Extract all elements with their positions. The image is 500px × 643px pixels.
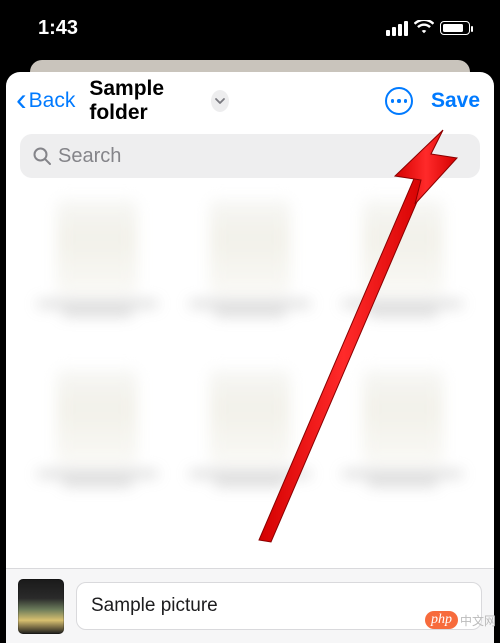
more-button[interactable] <box>385 87 413 115</box>
search-icon <box>32 146 52 166</box>
file-thumbnail[interactable] <box>18 579 64 634</box>
back-button[interactable]: ‹ Back <box>16 87 75 115</box>
file-item <box>179 370 322 520</box>
chevron-left-icon: ‹ <box>16 83 27 115</box>
search-container <box>6 130 494 190</box>
status-indicators <box>386 19 470 37</box>
chevron-down-icon <box>211 90 229 112</box>
wifi-icon <box>414 19 434 37</box>
status-bar: 1:43 <box>0 0 500 56</box>
file-name-text: Sample picture <box>91 595 218 617</box>
save-footer: Sample picture <box>6 568 494 643</box>
file-item <box>179 200 322 350</box>
file-item <box>26 370 169 520</box>
nav-bar: ‹ Back Sample folder Save <box>6 72 494 130</box>
search-input[interactable] <box>58 145 468 168</box>
save-sheet: ‹ Back Sample folder Save <box>6 72 494 643</box>
watermark: php 中文网 <box>425 611 496 629</box>
search-field[interactable] <box>20 134 480 178</box>
file-item <box>331 200 474 350</box>
file-item <box>26 200 169 350</box>
back-label: Back <box>29 89 76 113</box>
title-group[interactable]: Sample folder <box>89 77 229 125</box>
save-button[interactable]: Save <box>431 89 480 113</box>
page-title: Sample folder <box>89 77 203 125</box>
file-name-field[interactable]: Sample picture <box>76 582 482 630</box>
watermark-brand: php <box>425 611 458 629</box>
cellular-signal-icon <box>386 21 408 36</box>
watermark-suffix: 中文网 <box>460 612 496 629</box>
file-item <box>331 370 474 520</box>
battery-icon <box>440 21 470 35</box>
ellipsis-icon <box>391 99 408 103</box>
status-time: 1:43 <box>38 17 78 40</box>
